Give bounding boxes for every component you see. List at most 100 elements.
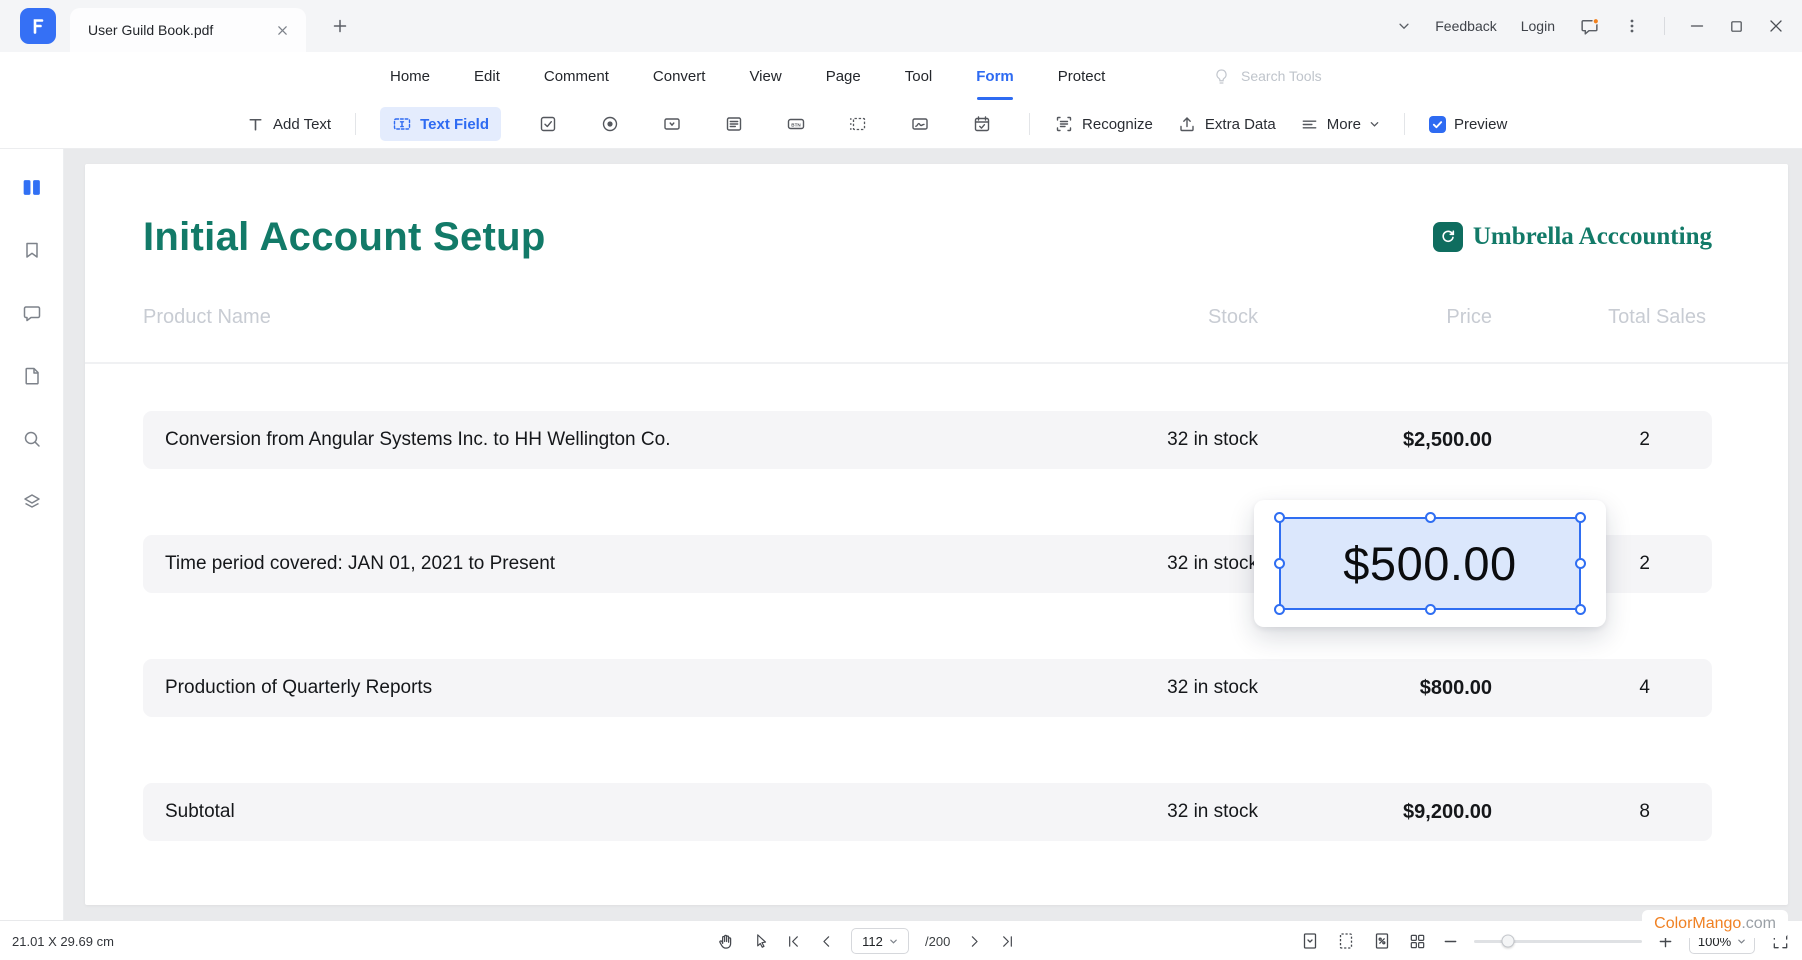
text-field-button[interactable]: Text Field: [380, 107, 501, 141]
menu-item-protect[interactable]: Protect: [1058, 52, 1106, 100]
pdf-page[interactable]: Initial Account Setup Umbrella Acccounti…: [85, 164, 1788, 905]
zoom-slider-thumb[interactable]: [1501, 935, 1514, 948]
comments-panel-icon[interactable]: [14, 295, 50, 331]
zoom-slider[interactable]: [1474, 940, 1642, 943]
extra-data-button[interactable]: Extra Data: [1177, 114, 1276, 134]
menu-item-view[interactable]: View: [749, 52, 781, 100]
field-type-icons: BTN: [529, 107, 1001, 141]
extra-data-label: Extra Data: [1205, 116, 1276, 133]
next-page-button[interactable]: [966, 933, 983, 950]
menu-item-convert[interactable]: Convert: [653, 52, 706, 100]
recognize-button[interactable]: Recognize: [1054, 114, 1153, 134]
more-label: More: [1327, 116, 1361, 133]
attachments-panel-icon[interactable]: [14, 358, 50, 394]
field-arrange-icon[interactable]: [839, 107, 877, 141]
product-name-cell: Conversion from Angular Systems Inc. to …: [143, 429, 1082, 451]
minimize-button[interactable]: [1689, 18, 1705, 34]
tab-close-icon[interactable]: [272, 20, 292, 40]
bookmarks-panel-icon[interactable]: [14, 232, 50, 268]
hand-tool-icon[interactable]: [716, 932, 735, 951]
document-canvas[interactable]: Initial Account Setup Umbrella Acccounti…: [64, 149, 1802, 920]
text-field-selected[interactable]: $500.00: [1279, 517, 1581, 610]
form-toolbar: Add Text Text Field BTN: [0, 100, 1802, 149]
btn-glyph: BTN: [791, 122, 801, 127]
add-text-button[interactable]: Add Text: [246, 115, 331, 134]
maximize-button[interactable]: [1729, 19, 1744, 34]
previous-page-button[interactable]: [818, 933, 835, 950]
thumbnails-panel-icon[interactable]: [14, 169, 50, 205]
search-tools[interactable]: Search Tools: [1212, 52, 1322, 100]
chevron-down-icon: [889, 937, 898, 946]
menu-item-page[interactable]: Page: [826, 52, 861, 100]
radio-button-field-icon[interactable]: [591, 107, 629, 141]
page-number-input[interactable]: 112: [851, 928, 909, 954]
dropdown-field-icon[interactable]: [653, 107, 691, 141]
table-header-row: Product Name Stock Price Total Sales: [143, 306, 1712, 329]
total-sales-cell: 4: [1522, 677, 1712, 699]
signature-field-icon[interactable]: [901, 107, 939, 141]
push-button-field-icon[interactable]: BTN: [777, 107, 815, 141]
menu-item-home[interactable]: Home: [390, 52, 430, 100]
message-icon[interactable]: [1579, 16, 1600, 37]
page-header: Initial Account Setup Umbrella Acccounti…: [143, 216, 1712, 258]
menu-item-tool[interactable]: Tool: [905, 52, 933, 100]
layers-panel-icon[interactable]: [14, 484, 50, 520]
grid-view-icon[interactable]: [1408, 932, 1427, 951]
table-row: Conversion from Angular Systems Inc. to …: [143, 411, 1712, 469]
recognize-icon: [1054, 114, 1074, 134]
workspace: Initial Account Setup Umbrella Acccounti…: [0, 149, 1802, 920]
titlebar-divider: [1664, 17, 1665, 35]
add-text-label: Add Text: [273, 116, 331, 133]
resize-handle-w[interactable]: [1274, 558, 1285, 569]
brand-mark-icon: [1433, 222, 1463, 252]
stock-cell: 32 in stock: [1082, 677, 1272, 699]
document-tab[interactable]: User Guild Book.pdf: [70, 8, 306, 52]
watermark: ColorMango.com: [1642, 910, 1788, 938]
text-field-value[interactable]: $500.00: [1343, 536, 1516, 591]
last-page-button[interactable]: [999, 933, 1016, 950]
preview-toggle[interactable]: Preview: [1429, 116, 1507, 133]
add-text-icon: [246, 115, 265, 134]
statusbar: 21.01 X 29.69 cm 112 /200: [0, 920, 1802, 960]
selected-field-card[interactable]: $500.00: [1254, 500, 1606, 627]
app-logo-icon[interactable]: [20, 8, 56, 44]
new-tab-button[interactable]: [328, 14, 352, 38]
extract-data-icon: [1177, 114, 1197, 134]
current-page-value: 112: [862, 934, 883, 949]
toolbar-divider: [355, 113, 356, 135]
preview-checkbox-icon[interactable]: [1429, 116, 1446, 133]
close-button[interactable]: [1768, 18, 1784, 34]
more-button[interactable]: More: [1300, 115, 1380, 134]
toolbar-divider: [1404, 113, 1405, 135]
date-field-icon[interactable]: [963, 107, 1001, 141]
stock-cell: 32 in stock: [1082, 429, 1272, 451]
select-tool-icon[interactable]: [751, 932, 769, 950]
feedback-link[interactable]: Feedback: [1435, 18, 1496, 34]
search-panel-icon[interactable]: [14, 421, 50, 457]
resize-handle-s[interactable]: [1425, 604, 1436, 615]
scroll-mode-icon[interactable]: [1300, 931, 1320, 951]
first-page-button[interactable]: [785, 933, 802, 950]
zoom-mode-icon[interactable]: [1372, 931, 1392, 951]
navigation-controls: 112 /200: [716, 921, 1016, 960]
resize-handle-n[interactable]: [1425, 512, 1436, 523]
header-divider: [85, 362, 1788, 364]
menu-item-form[interactable]: Form: [976, 52, 1014, 100]
listbox-field-icon[interactable]: [715, 107, 753, 141]
column-header-stock: Stock: [1082, 306, 1272, 329]
menu-item-edit[interactable]: Edit: [474, 52, 500, 100]
resize-handle-sw[interactable]: [1274, 604, 1285, 615]
login-link[interactable]: Login: [1521, 18, 1555, 34]
resize-handle-nw[interactable]: [1274, 512, 1285, 523]
checkbox-field-icon[interactable]: [529, 107, 567, 141]
resize-handle-ne[interactable]: [1575, 512, 1586, 523]
resize-handle-se[interactable]: [1575, 604, 1586, 615]
tab-list-dropdown-icon[interactable]: [1397, 19, 1411, 33]
column-header-total-sales: Total Sales: [1522, 306, 1712, 329]
table-row: Subtotal 32 in stock $9,200.00 8: [143, 783, 1712, 841]
zoom-out-button[interactable]: [1443, 934, 1458, 949]
page-mode-icon[interactable]: [1336, 931, 1356, 951]
kebab-menu-icon[interactable]: [1624, 18, 1640, 34]
resize-handle-e[interactable]: [1575, 558, 1586, 569]
menu-item-comment[interactable]: Comment: [544, 52, 609, 100]
